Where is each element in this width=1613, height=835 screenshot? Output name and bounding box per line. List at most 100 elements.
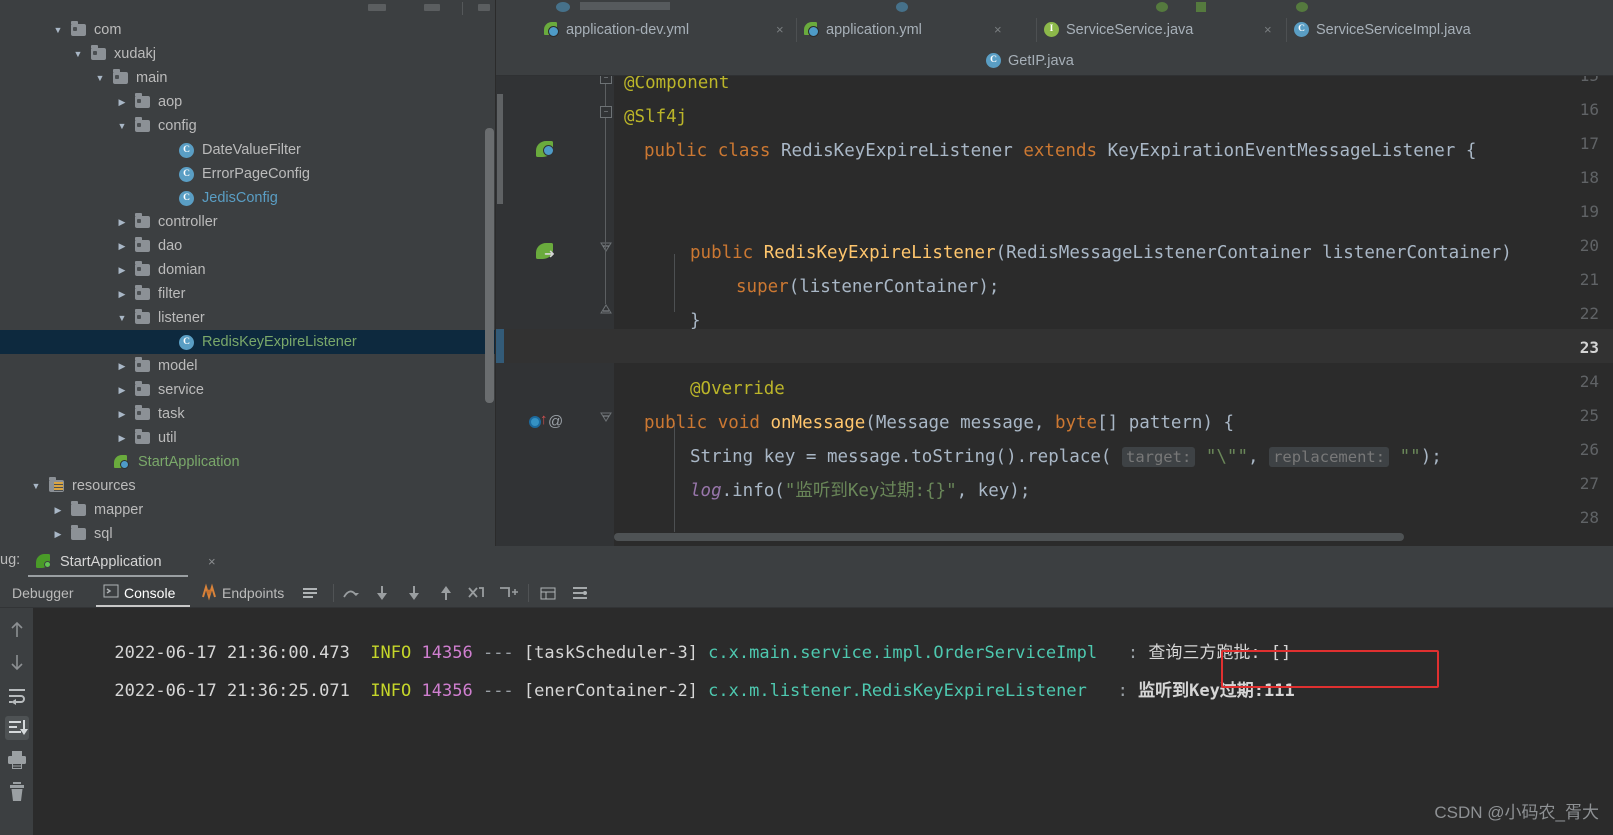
scroll-down-icon[interactable] — [5, 650, 29, 674]
code-line-17: public class RedisKeyExpireListener exte… — [644, 141, 1477, 161]
tree-item-aop[interactable]: ▶ aop — [0, 90, 495, 114]
tree-item-com[interactable]: ▼ com — [0, 18, 495, 42]
tree-item-config[interactable]: ▼ config — [0, 114, 495, 138]
tree-item-resources[interactable]: ▼ resources — [0, 474, 495, 498]
chevron-down-icon[interactable]: ▼ — [116, 306, 128, 330]
spring-navigate-gutter-icon[interactable]: ➜ — [536, 243, 556, 263]
tree-item-mapper[interactable]: ▶ mapper — [0, 498, 495, 522]
print-icon[interactable] — [5, 748, 29, 772]
spring-boot-icon — [114, 450, 132, 474]
step-out-icon[interactable] — [436, 583, 456, 603]
code-editor[interactable]: 15 16 17 18 19 20 21 22 23 24 25 26 27 2… — [496, 76, 1613, 546]
tree-item-label: task — [158, 406, 185, 422]
fold-marker-icon[interactable]: − — [600, 76, 612, 84]
code-line-21: super(listenerContainer); — [736, 277, 1000, 297]
close-icon[interactable]: × — [994, 14, 1002, 46]
editor-tab-application-yml[interactable]: application.yml × — [796, 14, 1036, 46]
chevron-right-icon[interactable]: ▶ — [52, 522, 64, 546]
fold-expand-icon[interactable] — [600, 411, 612, 423]
tree-item-main[interactable]: ▼ main — [0, 66, 495, 90]
tree-item-label: main — [136, 70, 168, 86]
tab-console[interactable]: Console — [124, 578, 175, 608]
chevron-right-icon[interactable]: ▶ — [116, 354, 128, 378]
force-step-into-icon[interactable] — [404, 583, 424, 603]
tree-item-xudakj[interactable]: ▼ xudakj — [0, 42, 495, 66]
close-icon[interactable]: × — [1264, 14, 1272, 46]
tree-item-datevaluefilter[interactable]: C DateValueFilter — [0, 138, 495, 162]
soft-wrap-icon[interactable] — [5, 684, 29, 708]
evaluate-expression-icon[interactable] — [538, 583, 558, 603]
chevron-right-icon[interactable]: ▶ — [116, 90, 128, 114]
project-tree[interactable]: ▼ com ▼ xudakj ▼ main ▶ aop ▼ config C DateValueFil… — [0, 18, 495, 546]
debug-session-tab-startapplication[interactable]: StartApplication × — [36, 546, 216, 578]
project-tree-scrollbar[interactable] — [485, 128, 494, 403]
editor-scroll-thumb[interactable] — [497, 94, 503, 204]
editor-tab-serviceserviceimpl-java[interactable]: C ServiceServiceImpl.java — [1286, 14, 1586, 46]
tree-item-sql[interactable]: ▶ sql — [0, 522, 495, 546]
chevron-down-icon[interactable]: ▼ — [52, 18, 64, 42]
fold-expand-icon[interactable] — [600, 241, 612, 253]
tree-item-filter[interactable]: ▶ filter — [0, 282, 495, 306]
tree-item-label: util — [158, 430, 177, 446]
tree-item-service[interactable]: ▶ service — [0, 378, 495, 402]
fold-marker-icon[interactable]: − — [600, 106, 612, 118]
chevron-down-icon[interactable]: ▼ — [30, 474, 42, 498]
tree-item-dao[interactable]: ▶ dao — [0, 234, 495, 258]
settings-icon[interactable] — [570, 583, 590, 603]
scroll-up-icon[interactable] — [5, 618, 29, 642]
step-over-icon[interactable] — [340, 583, 360, 603]
folder-icon — [134, 378, 152, 402]
tab-endpoints[interactable]: Endpoints — [222, 578, 284, 608]
indent-guide — [674, 254, 675, 312]
fold-collapse-icon[interactable] — [600, 302, 612, 314]
tree-item-domian[interactable]: ▶ domian — [0, 258, 495, 282]
line-number: 21 — [1579, 270, 1599, 289]
chevron-right-icon[interactable]: ▶ — [116, 378, 128, 402]
tree-item-task[interactable]: ▶ task — [0, 402, 495, 426]
tree-item-model[interactable]: ▶ model — [0, 354, 495, 378]
editor-tab-application-dev-yml[interactable]: application-dev.yml × — [536, 14, 796, 46]
run-to-cursor-icon[interactable] — [497, 583, 518, 603]
folder-icon — [70, 18, 88, 42]
scroll-to-end-icon[interactable] — [5, 716, 29, 740]
clear-all-icon[interactable] — [5, 780, 29, 804]
chevron-right-icon[interactable]: ▶ — [116, 282, 128, 306]
chevron-right-icon[interactable]: ▶ — [116, 402, 128, 426]
param-hint: target: — [1121, 447, 1196, 467]
close-icon[interactable]: × — [776, 14, 784, 46]
tree-item-startapplication[interactable]: StartApplication — [0, 450, 495, 474]
line-number: 24 — [1579, 372, 1599, 391]
tree-item-util[interactable]: ▶ util — [0, 426, 495, 450]
tree-item-jedisconfig[interactable]: C JedisConfig — [0, 186, 495, 210]
tree-item-rediskeyexpirelistener[interactable]: C RedisKeyExpireListener — [0, 330, 495, 354]
chevron-down-icon[interactable]: ▼ — [116, 114, 128, 138]
chevron-right-icon[interactable]: ▶ — [116, 426, 128, 450]
chevron-right-icon[interactable]: ▶ — [116, 258, 128, 282]
tree-item-controller[interactable]: ▶ controller — [0, 210, 495, 234]
code-line-15: @Component — [624, 76, 730, 93]
code-horizontal-scrollbar[interactable] — [614, 532, 1613, 542]
chevron-right-icon[interactable]: ▶ — [116, 234, 128, 258]
chevron-down-icon[interactable]: ▼ — [94, 66, 106, 90]
project-tool-window[interactable]: ▼ com ▼ xudakj ▼ main ▶ aop ▼ config C DateValueFil… — [0, 18, 495, 546]
yml-spring-icon — [804, 22, 820, 38]
override-gutter-icon[interactable]: ↑ @ — [529, 411, 565, 433]
menu-icon[interactable] — [300, 583, 320, 603]
tree-item-errorpageconfig[interactable]: C ErrorPageConfig — [0, 162, 495, 186]
editor-tab-label: ServiceService.java — [1066, 22, 1194, 38]
spring-bean-gutter-icon[interactable] — [536, 141, 556, 161]
chevron-right-icon[interactable]: ▶ — [116, 210, 128, 234]
step-into-icon[interactable] — [372, 583, 392, 603]
console-output[interactable]: 2022-06-17 21:36:00.473 INFO 14356 --- [… — [33, 608, 1613, 835]
editor-tab-serviceservice-java[interactable]: I ServiceService.java × — [1036, 14, 1286, 46]
editor-tab-label: ServiceServiceImpl.java — [1316, 22, 1471, 38]
drop-frame-icon[interactable] — [465, 583, 485, 603]
chevron-down-icon[interactable]: ▼ — [72, 42, 84, 66]
line-number: 25 — [1579, 406, 1599, 425]
chevron-right-icon[interactable]: ▶ — [52, 498, 64, 522]
close-icon[interactable]: × — [208, 546, 216, 578]
console-log-line: 2022-06-17 21:36:25.071 INFO 14356 --- [… — [114, 681, 1295, 701]
tree-item-listener[interactable]: ▼ listener — [0, 306, 495, 330]
tab-debugger[interactable]: Debugger — [12, 578, 74, 608]
spring-run-icon — [36, 554, 52, 570]
